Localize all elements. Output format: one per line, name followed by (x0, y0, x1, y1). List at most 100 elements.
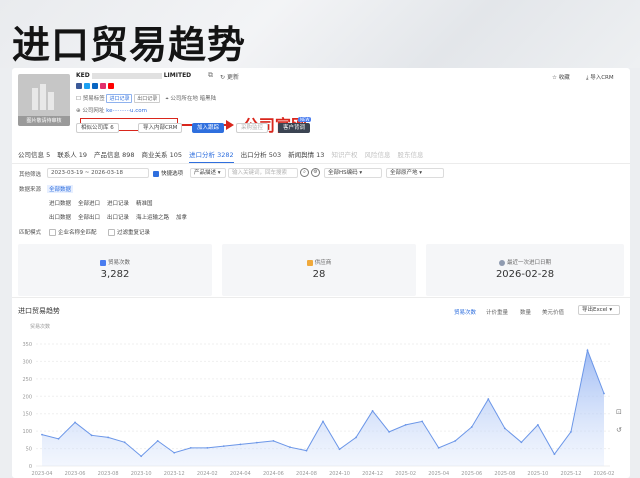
data-point (355, 436, 357, 439)
export-data-label: 出口数据 (49, 215, 72, 221)
x-tick-label: 2025-02 (395, 471, 416, 477)
purchase-monitor-button[interactable]: 采购监控 (236, 123, 269, 133)
sea-route-option[interactable]: 海上运输之路 (136, 213, 169, 221)
data-point (222, 445, 225, 448)
data-point (156, 440, 159, 442)
data-point (189, 446, 192, 449)
tab-company-info[interactable]: 公司信息 5 (18, 149, 50, 163)
stat-value-suppliers: 28 (312, 269, 326, 280)
all-export-option[interactable]: 全部出口 (78, 213, 100, 221)
stat-card-trades: 贸易次数 3,282 (18, 244, 212, 296)
crm-button[interactable]: ⤓ 导入CRM (586, 73, 614, 82)
similar-companies-button[interactable]: 相似公司库 6 (76, 123, 119, 133)
hs-code-select[interactable]: 全部HS编码 ▾ (324, 168, 382, 178)
data-point (437, 446, 440, 449)
product-desc-select[interactable]: 产品描述 ▾ (190, 168, 226, 178)
data-point (74, 421, 76, 424)
x-tick-label: 2025-10 (527, 471, 548, 477)
address-value: 暗黑陆 (199, 96, 217, 102)
date-range-input[interactable]: 2023-03-19 ~ 2026-03-18 (47, 168, 149, 178)
tab-news[interactable]: 新闻舆情 13 (288, 149, 324, 163)
chart-tab-quantity[interactable]: 数量 (520, 308, 531, 316)
instagram-icon[interactable] (100, 83, 106, 89)
y-tick-label: 100 (22, 429, 32, 435)
youtube-icon[interactable] (108, 83, 114, 89)
zoom-icon[interactable]: ⊡ (616, 408, 622, 416)
canada-option[interactable]: 加拿 (176, 213, 187, 221)
settings-icon[interactable]: ⚙ (311, 168, 320, 177)
chart-tab-trade-count[interactable]: 贸易次数 (454, 308, 476, 316)
data-point (305, 449, 308, 452)
search-icon[interactable]: ⌕ (300, 168, 309, 177)
tab-contacts[interactable]: 联系人 19 (57, 149, 87, 163)
data-point (255, 441, 258, 444)
data-point (371, 410, 374, 412)
collect-button[interactable]: ☆ 收藏 (552, 73, 570, 81)
stat-card-last-import: 最近一次进口日期 2026-02-28 (426, 244, 624, 296)
keyword-search-input[interactable]: 输入关键词，回车搜索 (228, 168, 298, 178)
chart-tab-weight[interactable]: 计价重量 (486, 308, 508, 316)
stat-label-trades: 贸易次数 (18, 258, 212, 266)
full-name-match-checkbox[interactable]: 企业名称全匹配 (49, 228, 97, 236)
origin-select[interactable]: 全部原产地 ▾ (386, 168, 444, 178)
x-tick-label: 2024-12 (362, 471, 383, 477)
data-point (553, 453, 556, 456)
x-tick-label: 2024-02 (197, 471, 218, 477)
export-excel-button[interactable]: 导出Excel ▾ (578, 305, 620, 315)
website-link[interactable]: ke··········u.com (106, 108, 147, 114)
x-tick-label: 2025-12 (560, 471, 581, 477)
x-tick-label: 2023-12 (164, 471, 185, 477)
facebook-icon[interactable] (76, 83, 82, 89)
tab-ip[interactable]: 知识产权 (331, 149, 357, 163)
x-tick-label: 2024-06 (263, 471, 284, 477)
linkedin-icon[interactable] (92, 83, 98, 89)
reset-icon[interactable]: ↺ (616, 426, 622, 434)
x-tick-label: 2023-04 (32, 471, 53, 477)
filter-duplicates-checkbox[interactable]: 过滤重复记录 (108, 228, 150, 236)
company-name: KED LIMITED (76, 72, 191, 79)
data-point (107, 436, 110, 439)
export-records-option[interactable]: 出口记录 (107, 213, 129, 221)
import-crm-button[interactable]: 导入内部CRM (138, 123, 183, 133)
company-card: 图片敬请待审核 KED LIMITED ⧉ ↻ 更新 ☐ 贸易标签 进口记录 出口… (12, 68, 630, 478)
tab-business-relations[interactable]: 商业关系 105 (142, 149, 182, 163)
stat-trades-text: 贸易次数 (107, 260, 130, 266)
quick-options-label: 快捷选项 (161, 171, 184, 177)
import-records-option[interactable]: 进口记录 (107, 199, 129, 207)
website-label: 公司网址 (82, 108, 105, 114)
tab-products[interactable]: 产品信息 898 (94, 149, 134, 163)
export-record-pill[interactable]: 出口记录 (134, 94, 161, 103)
tab-risk[interactable]: 风险信息 (364, 149, 390, 163)
data-point (520, 441, 523, 444)
twitter-icon[interactable] (84, 83, 90, 89)
data-point (123, 441, 126, 444)
data-point (421, 420, 424, 423)
data-point (503, 427, 506, 430)
copy-icon[interactable]: ⧉ (208, 71, 213, 80)
import-data-label: 进口数据 (49, 201, 72, 207)
precise-country-option[interactable]: 精准国 (136, 199, 153, 207)
stat-last-import-text: 最近一次进口日期 (506, 260, 551, 266)
x-tick-label: 2024-04 (230, 471, 251, 477)
quick-options-checkbox[interactable]: 快捷选项 (153, 169, 183, 177)
all-import-option[interactable]: 全部进口 (78, 199, 100, 207)
data-point (404, 423, 407, 426)
source-all-option[interactable]: 全部数据 (47, 185, 74, 193)
data-point (140, 455, 143, 458)
data-point (603, 392, 605, 395)
follow-button[interactable]: 加入跟踪 (192, 123, 225, 133)
customer-profile-button[interactable]: 客户背调 (278, 123, 311, 133)
tab-shareholders[interactable]: 股东信息 (397, 149, 423, 163)
chart-tab-usd-value[interactable]: 美元价值 (542, 308, 564, 316)
stat-label-last-import: 最近一次进口日期 (426, 258, 624, 266)
tab-import-analysis[interactable]: 进口分析 3282 (189, 149, 234, 163)
supplier-icon (306, 259, 313, 266)
import-record-pill[interactable]: 进口记录 (106, 94, 133, 103)
x-tick-label: 2025-08 (494, 471, 515, 477)
import-trend-chart: 贸易次数 0 50 100 150 200 250 300 350 2023-04 2023-06 2… (22, 323, 614, 477)
data-point (272, 440, 275, 442)
logo-glyph-icon (32, 84, 54, 110)
new-badge: NEW (298, 117, 312, 122)
tab-export-analysis[interactable]: 出口分析 503 (241, 149, 281, 163)
update-link[interactable]: ↻ 更新 (220, 72, 239, 81)
